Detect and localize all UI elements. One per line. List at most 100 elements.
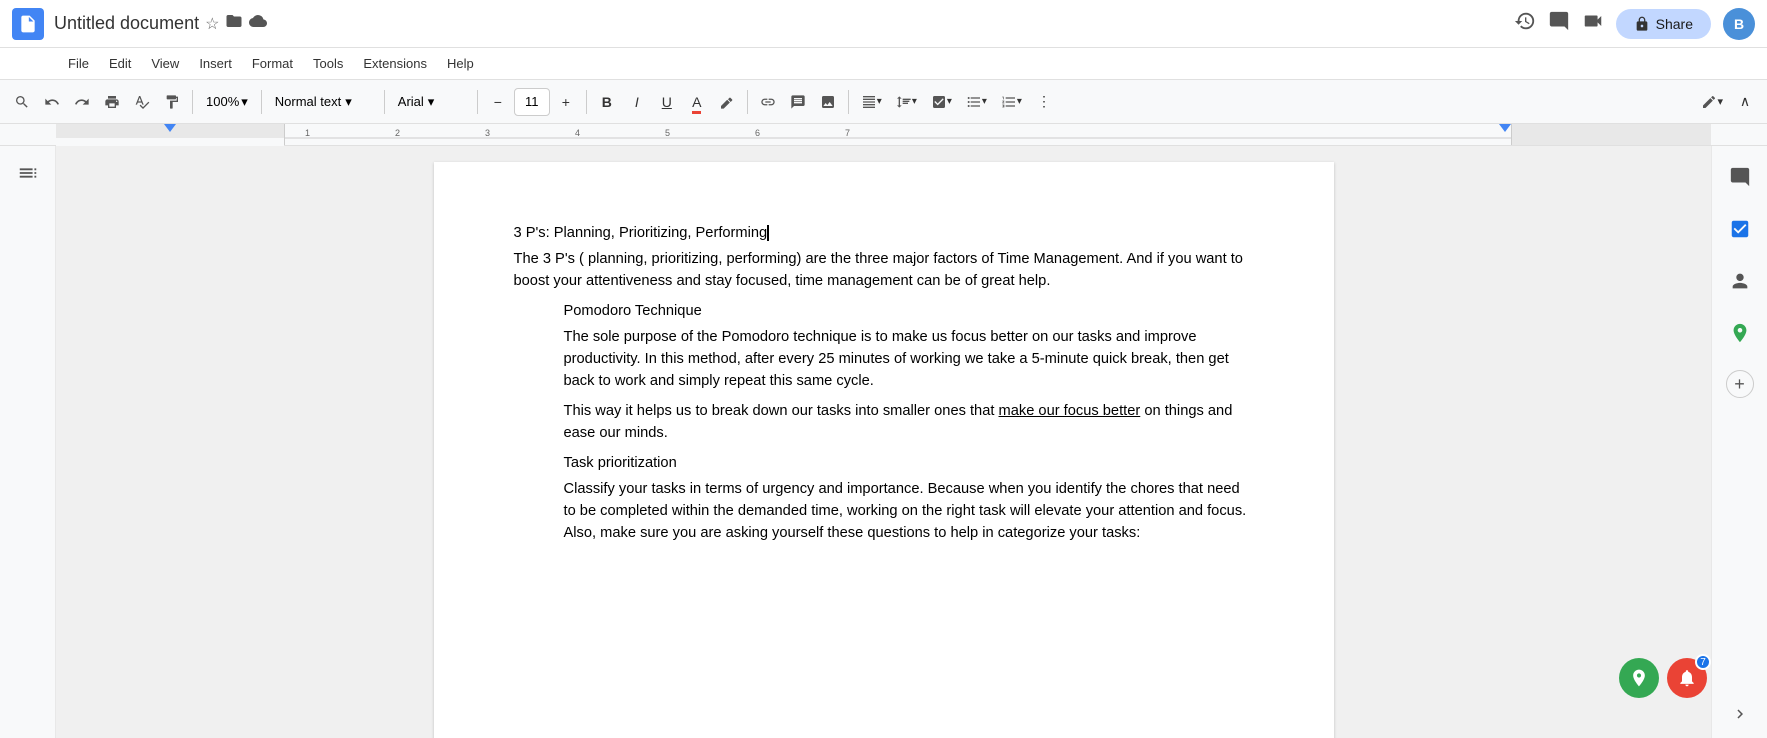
divider-5 bbox=[586, 90, 587, 114]
star-icon[interactable]: ☆ bbox=[205, 14, 219, 34]
spell-check-button[interactable] bbox=[128, 87, 156, 117]
section1-para2: This way it helps us to break down our t… bbox=[564, 400, 1254, 444]
folder-icon[interactable] bbox=[225, 12, 243, 35]
svg-text:1: 1 bbox=[305, 128, 310, 138]
page-scroll[interactable]: 3 P's: Planning, Prioritizing, Performin… bbox=[56, 146, 1711, 738]
divider-4 bbox=[477, 90, 478, 114]
divider-2 bbox=[261, 90, 262, 114]
section-pomodoro: Pomodoro Technique The sole purpose of t… bbox=[564, 300, 1254, 544]
right-panel: + bbox=[1711, 146, 1767, 738]
font-arrow: ▾ bbox=[428, 94, 435, 110]
menu-format[interactable]: Format bbox=[244, 53, 301, 74]
top-bar: Untitled document ☆ Share B bbox=[0, 0, 1767, 48]
svg-text:7: 7 bbox=[845, 128, 850, 138]
notification-badge: 7 bbox=[1695, 654, 1711, 670]
align-button[interactable]: ▾ bbox=[855, 87, 888, 117]
collapse-panel-button[interactable] bbox=[1731, 705, 1749, 726]
editing-mode-button[interactable]: ▾ bbox=[1695, 87, 1729, 117]
font-label: Arial bbox=[398, 94, 424, 109]
line-spacing-button[interactable]: ▾ bbox=[890, 87, 923, 117]
svg-text:4: 4 bbox=[575, 128, 580, 138]
divider-6 bbox=[747, 90, 748, 114]
doc-title-area: Untitled document ☆ bbox=[54, 12, 267, 35]
section2-title: Task prioritization bbox=[564, 452, 1254, 474]
chat-panel-icon[interactable] bbox=[1725, 162, 1755, 198]
section1-para2-before: This way it helps us to break down our t… bbox=[564, 403, 999, 419]
document-content[interactable]: 3 P's: Planning, Prioritizing, Performin… bbox=[514, 222, 1254, 544]
menu-extensions[interactable]: Extensions bbox=[355, 53, 435, 74]
top-right-actions: Share B bbox=[1514, 8, 1755, 40]
text-cursor bbox=[767, 225, 769, 241]
font-size-increase-button[interactable]: + bbox=[552, 87, 580, 117]
section1-link[interactable]: make our focus better bbox=[999, 403, 1141, 419]
toolbar-right: ▾ ∧ bbox=[1695, 87, 1759, 117]
google-maps-float-icon[interactable] bbox=[1619, 658, 1659, 698]
redo-button[interactable] bbox=[68, 87, 96, 117]
maps-panel-icon[interactable] bbox=[1725, 318, 1755, 354]
bottom-right-float: 7 bbox=[1619, 658, 1707, 698]
menu-bar: File Edit View Insert Format Tools Exten… bbox=[0, 48, 1767, 80]
comment-icon[interactable] bbox=[1548, 10, 1570, 38]
style-arrow: ▾ bbox=[345, 94, 352, 110]
outline-icon[interactable] bbox=[17, 162, 39, 187]
style-selector[interactable]: Normal text ▾ bbox=[268, 87, 378, 117]
menu-tools[interactable]: Tools bbox=[305, 53, 351, 74]
italic-button[interactable]: I bbox=[623, 87, 651, 117]
insert-image-button[interactable] bbox=[814, 87, 842, 117]
insert-comment-button[interactable] bbox=[784, 87, 812, 117]
font-size-input[interactable] bbox=[514, 88, 550, 116]
menu-file[interactable]: File bbox=[60, 53, 97, 74]
menu-edit[interactable]: Edit bbox=[101, 53, 139, 74]
add-panel-button[interactable]: + bbox=[1726, 370, 1754, 398]
doc-title[interactable]: Untitled document bbox=[54, 13, 199, 34]
font-color-button[interactable]: A bbox=[683, 87, 711, 117]
main-area: 3 P's: Planning, Prioritizing, Performin… bbox=[0, 146, 1767, 738]
paint-format-button[interactable] bbox=[158, 87, 186, 117]
divider-3 bbox=[384, 90, 385, 114]
collapse-toolbar-button[interactable]: ∧ bbox=[1731, 87, 1759, 117]
meet-icon[interactable] bbox=[1582, 10, 1604, 38]
checklist-button[interactable]: ▾ bbox=[925, 87, 958, 117]
avatar[interactable]: B bbox=[1723, 8, 1755, 40]
document-page: 3 P's: Planning, Prioritizing, Performin… bbox=[434, 162, 1334, 738]
style-label: Normal text bbox=[275, 94, 341, 109]
highlight-button[interactable] bbox=[713, 87, 741, 117]
section1-title: Pomodoro Technique bbox=[564, 300, 1254, 322]
toolbar: 100% ▾ Normal text ▾ Arial ▾ − + B I U A… bbox=[0, 80, 1767, 124]
font-selector[interactable]: Arial ▾ bbox=[391, 87, 471, 117]
section1-para1: The sole purpose of the Pomodoro techniq… bbox=[564, 326, 1254, 392]
zoom-arrow: ▾ bbox=[241, 94, 248, 110]
font-size-decrease-button[interactable]: − bbox=[484, 87, 512, 117]
menu-view[interactable]: View bbox=[143, 53, 187, 74]
svg-text:6: 6 bbox=[755, 128, 760, 138]
divider-7 bbox=[848, 90, 849, 114]
undo-button[interactable] bbox=[38, 87, 66, 117]
zoom-selector[interactable]: 100% ▾ bbox=[199, 87, 255, 117]
paragraph-1: The 3 P's ( planning, prioritizing, perf… bbox=[514, 248, 1254, 292]
menu-insert[interactable]: Insert bbox=[191, 53, 240, 74]
cloud-icon[interactable] bbox=[249, 12, 267, 35]
notifications-float-icon[interactable]: 7 bbox=[1667, 658, 1707, 698]
bullet-list-button[interactable]: ▾ bbox=[960, 87, 993, 117]
share-button[interactable]: Share bbox=[1616, 9, 1711, 39]
document-heading: 3 P's: Planning, Prioritizing, Performin… bbox=[514, 222, 1254, 244]
app-icon bbox=[12, 8, 44, 40]
section2-para: Classify your tasks in terms of urgency … bbox=[564, 478, 1254, 544]
search-button[interactable] bbox=[8, 87, 36, 117]
numbered-list-button[interactable]: ▾ bbox=[995, 87, 1028, 117]
underline-button[interactable]: U bbox=[653, 87, 681, 117]
tasks-panel-icon[interactable] bbox=[1725, 214, 1755, 250]
bold-button[interactable]: B bbox=[593, 87, 621, 117]
history-icon[interactable] bbox=[1514, 10, 1536, 38]
zoom-value: 100% bbox=[206, 94, 239, 109]
menu-help[interactable]: Help bbox=[439, 53, 482, 74]
svg-text:3: 3 bbox=[485, 128, 490, 138]
svg-text:5: 5 bbox=[665, 128, 670, 138]
print-button[interactable] bbox=[98, 87, 126, 117]
contacts-panel-icon[interactable] bbox=[1725, 266, 1755, 302]
divider-1 bbox=[192, 90, 193, 114]
share-label: Share bbox=[1656, 16, 1693, 32]
link-button[interactable] bbox=[754, 87, 782, 117]
more-options-button[interactable]: ⋮ bbox=[1030, 87, 1058, 117]
svg-text:2: 2 bbox=[395, 128, 400, 138]
